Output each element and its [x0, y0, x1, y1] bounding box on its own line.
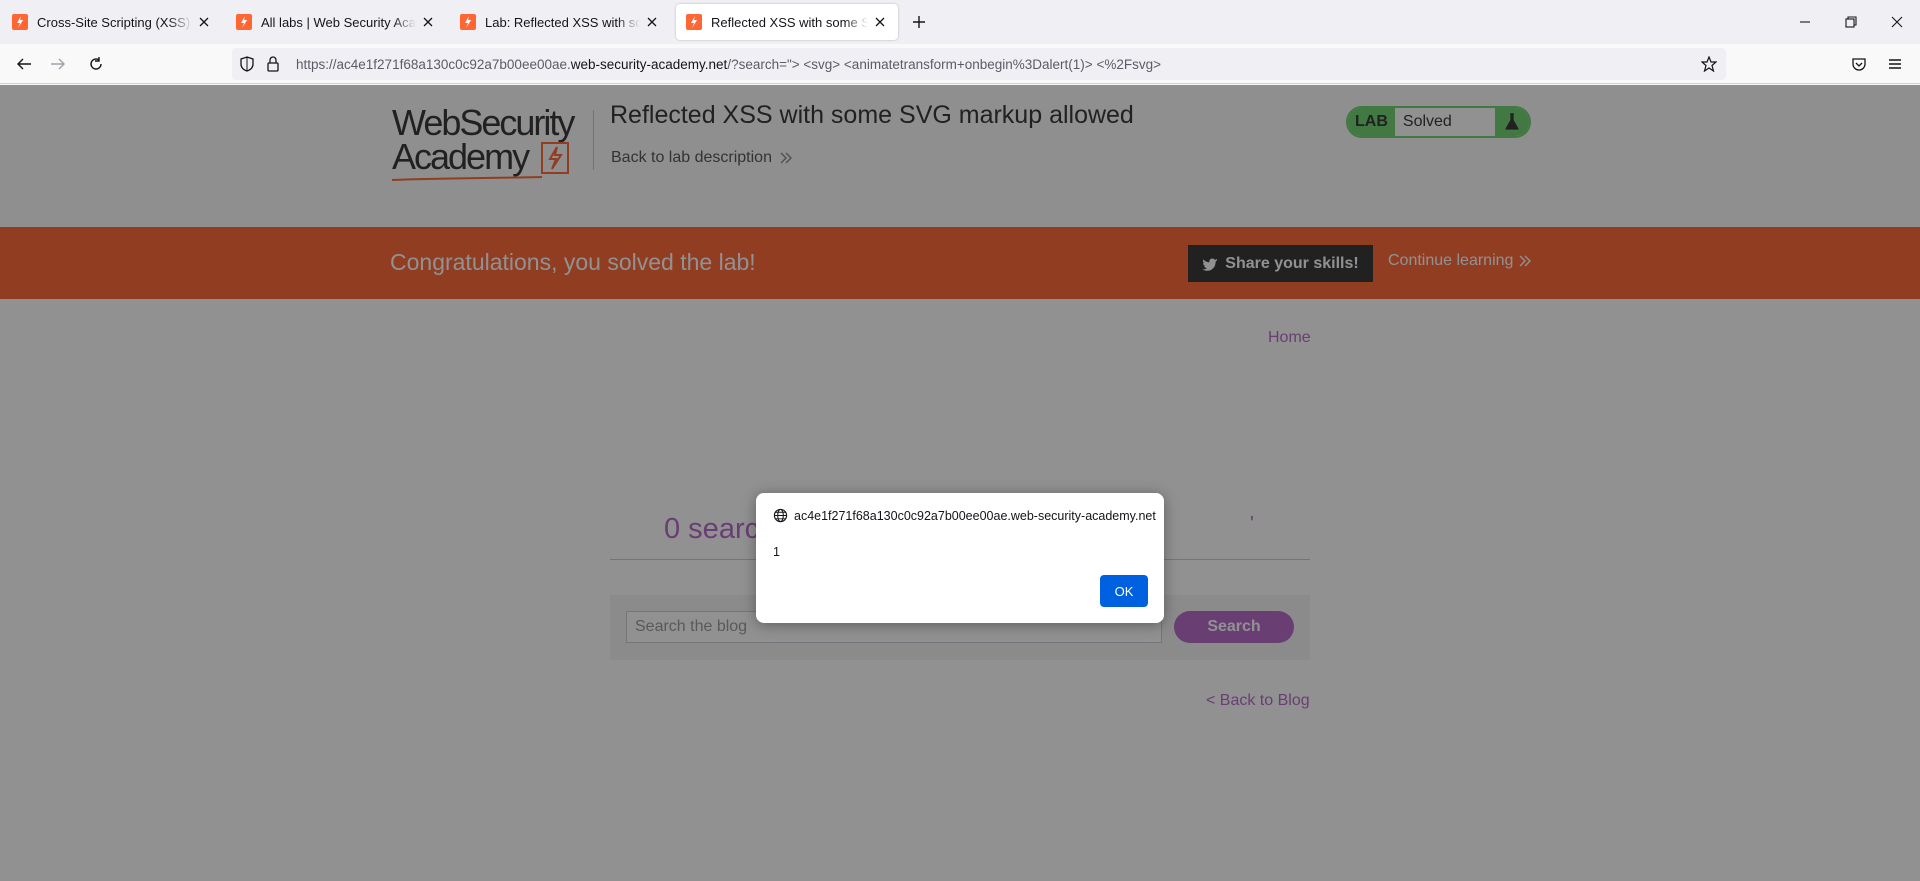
globe-icon: [773, 508, 788, 523]
new-tab-icon[interactable]: [907, 10, 931, 34]
menu-hamburger-icon[interactable]: [1881, 50, 1909, 78]
tab-all-labs[interactable]: All labs | Web Security Academy: [226, 4, 446, 40]
close-window-icon[interactable]: [1874, 0, 1920, 44]
back-arrow-icon[interactable]: [10, 50, 38, 78]
portswigger-favicon-icon: [12, 14, 28, 30]
tab-close-icon[interactable]: [644, 14, 660, 30]
url-domain: web-security-academy.net: [570, 56, 728, 72]
tab-xss-cheat-sheet[interactable]: Cross-Site Scripting (XSS) Cheat Sheet: [2, 4, 222, 40]
lock-icon[interactable]: [264, 55, 282, 73]
modal-overlay: [0, 85, 1920, 881]
tab-close-icon[interactable]: [196, 14, 212, 30]
tab-title: Lab: Reflected XSS with some SVG markup …: [485, 14, 640, 30]
restore-icon[interactable]: [1828, 0, 1874, 44]
tab-active-lab[interactable]: Reflected XSS with some SVG markup allow…: [676, 4, 898, 40]
alert-dialog: ac4e1f271f68a130c0c92a7b00ee00ae.web-sec…: [756, 493, 1164, 623]
page-content: WebSecurity Academy Reflected XSS with s…: [0, 85, 1920, 881]
tab-close-icon[interactable]: [872, 14, 888, 30]
dialog-message: 1: [773, 545, 780, 559]
portswigger-favicon-icon: [236, 14, 252, 30]
url-suffix: /?search="> <svg> <animatetransform+onbe…: [727, 56, 1161, 72]
tab-title: Reflected XSS with some SVG markup allow…: [711, 14, 868, 30]
url-prefix: https://ac4e1f271f68a130c0c92a7b00ee00ae…: [296, 56, 571, 72]
tab-title: All labs | Web Security Academy: [261, 14, 416, 30]
portswigger-favicon-icon: [686, 14, 702, 30]
tab-close-icon[interactable]: [420, 14, 436, 30]
ok-button[interactable]: OK: [1100, 575, 1148, 607]
dialog-header: ac4e1f271f68a130c0c92a7b00ee00ae.web-sec…: [773, 508, 1156, 523]
bookmark-star-icon[interactable]: [1700, 55, 1718, 73]
tab-lab-description[interactable]: Lab: Reflected XSS with some SVG markup …: [450, 4, 670, 40]
navigation-bar: https://ac4e1f271f68a130c0c92a7b00ee00ae…: [0, 44, 1920, 84]
tab-bar: Cross-Site Scripting (XSS) Cheat Sheet A…: [0, 0, 1920, 44]
dialog-origin: ac4e1f271f68a130c0c92a7b00ee00ae.web-sec…: [794, 508, 1156, 523]
url-text[interactable]: https://ac4e1f271f68a130c0c92a7b00ee00ae…: [296, 57, 1161, 72]
minimize-icon[interactable]: [1782, 0, 1828, 44]
address-bar[interactable]: https://ac4e1f271f68a130c0c92a7b00ee00ae…: [232, 48, 1726, 80]
pocket-icon[interactable]: [1845, 50, 1873, 78]
forward-arrow-icon[interactable]: [44, 50, 72, 78]
portswigger-favicon-icon: [460, 14, 476, 30]
shield-icon[interactable]: [238, 55, 256, 73]
reload-icon[interactable]: [82, 50, 110, 78]
tab-title: Cross-Site Scripting (XSS) Cheat Sheet: [37, 14, 192, 30]
